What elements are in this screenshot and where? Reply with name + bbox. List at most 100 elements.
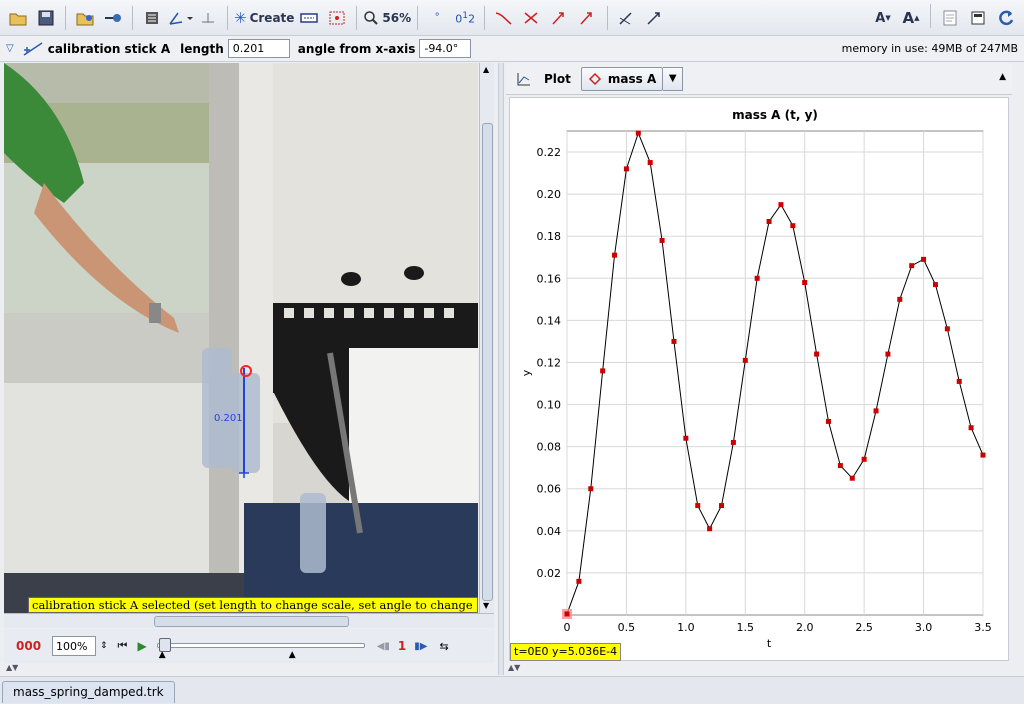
y-tick-label: 0.22 [537, 146, 562, 159]
x-tick-label: 3.5 [974, 621, 992, 634]
path-icon[interactable] [491, 4, 517, 32]
open-file-icon[interactable] [5, 4, 31, 32]
plot-toolbar: Plot mass A ▼ ▲ [506, 63, 1012, 95]
plot-collapse-icon[interactable]: ▲ [999, 72, 1006, 82]
import-icon[interactable] [100, 4, 126, 32]
file-tab[interactable]: mass_spring_damped.trk [2, 681, 175, 703]
data-point [659, 237, 665, 243]
track-selector[interactable]: mass A [580, 66, 664, 91]
data-point [730, 439, 736, 445]
increase-font-icon[interactable]: A ▲ [898, 4, 924, 32]
x-tick-label: 0.5 [618, 621, 636, 634]
create-icon: ✳ [234, 8, 247, 27]
acceleration-icon[interactable] [575, 4, 601, 32]
status-message: calibration stick A selected (set length… [28, 597, 478, 613]
file-tab-bar: mass_spring_damped.trk [0, 676, 1024, 704]
trail-counter-icon[interactable]: 012 [452, 4, 478, 32]
track-control-icon[interactable] [296, 4, 322, 32]
data-point [837, 463, 843, 469]
calibration-name[interactable]: calibration stick A [48, 42, 170, 56]
y-tick-label: 0.20 [537, 188, 562, 201]
velocity-icon[interactable] [547, 4, 573, 32]
video-vertical-scrollbar[interactable]: ▲ ▼ [479, 63, 494, 613]
track-dropdown-icon[interactable]: ▼ [663, 66, 684, 91]
y-axis-label: y [520, 369, 533, 376]
data-point [671, 338, 677, 344]
plot-view-icon[interactable] [516, 71, 532, 87]
split-pane-divider[interactable] [498, 63, 504, 675]
y-tick-label: 0.10 [537, 399, 562, 412]
x-tick-label: 0 [564, 621, 571, 634]
step-size[interactable]: 1 [398, 639, 406, 653]
rate-spinner-icon[interactable]: ⇕ [100, 641, 108, 651]
memory-status: memory in use: 49MB of 247MB [841, 42, 1018, 55]
plot-panel[interactable]: 0 0.5 1.0 1.5 2.0 2.5 3.0 3.5 0.02 0.04 0.06 0.08 0.… [509, 97, 1009, 661]
coordinate-axes-icon[interactable] [167, 4, 193, 32]
length-field[interactable] [227, 39, 290, 58]
position-icon[interactable] [519, 4, 545, 32]
data-point [909, 263, 915, 269]
clip-settings-icon[interactable] [139, 4, 165, 32]
play-icon[interactable]: ▶ [137, 639, 146, 653]
calibration-stick-icon [23, 41, 43, 56]
y-tick-label: 0.18 [537, 230, 562, 243]
loop-icon[interactable]: ⇆ [439, 640, 448, 653]
data-point [849, 475, 855, 481]
rate-field[interactable] [52, 636, 96, 656]
angle-field[interactable] [419, 39, 472, 58]
frame-counter[interactable]: 000 [16, 639, 52, 653]
data-point [719, 503, 725, 509]
track-label: mass A [607, 71, 657, 86]
zoom-button[interactable]: 56% [363, 4, 411, 32]
plot-collapse-arrows-icon[interactable]: ▲▼ [508, 663, 520, 672]
video-horizontal-scroll-thumb[interactable] [154, 616, 349, 627]
refresh-icon[interactable] [993, 4, 1019, 32]
scroll-down-icon[interactable]: ▼ [483, 601, 489, 610]
video-view[interactable]: 0.201 calibration stick A selected (set … [4, 63, 478, 613]
create-button[interactable]: ✳ Create [234, 4, 294, 32]
y-tick-label: 0.04 [537, 525, 562, 538]
video-collapse-icon[interactable]: ▲▼ [6, 663, 18, 672]
autotracker-icon[interactable] [324, 4, 350, 32]
point-marker-icon[interactable]: ° [424, 4, 450, 32]
center-of-mass-icon[interactable] [642, 4, 668, 32]
frame-slider[interactable]: ▲ ▲ [156, 634, 367, 660]
plot-frame [566, 130, 984, 616]
data-point [802, 280, 808, 286]
x-tick-label: 2.0 [796, 621, 814, 634]
data-point [921, 256, 927, 262]
decrease-font-icon[interactable]: A ▼ [870, 4, 896, 32]
notes-icon[interactable] [937, 4, 963, 32]
plot-view-label[interactable]: Plot [544, 72, 571, 86]
scroll-up-icon[interactable]: ▲ [483, 65, 489, 74]
data-point [778, 202, 784, 208]
length-label: length [180, 41, 224, 56]
save-icon[interactable] [33, 4, 59, 32]
video-horizontal-scrollbar[interactable] [4, 613, 494, 628]
start-marker-icon[interactable]: ▲ [159, 650, 166, 660]
step-back-icon[interactable]: ◀▮ [377, 641, 390, 652]
calibration-stick-label: 0.201 [214, 413, 243, 424]
collapse-arrow-icon[interactable]: ▽ [6, 43, 14, 54]
data-point [695, 503, 701, 509]
data-point [814, 351, 820, 357]
open-video-icon[interactable] [72, 4, 98, 32]
magnifier-icon [364, 10, 379, 25]
end-marker-icon[interactable]: ▲ [289, 650, 296, 660]
properties-icon[interactable] [965, 4, 991, 32]
data-point [600, 368, 606, 374]
zoom-label: 56% [382, 10, 412, 25]
x-tick-label: 1.5 [737, 621, 755, 634]
step-forward-icon[interactable]: ▮▶ [414, 641, 427, 652]
data-point [825, 418, 831, 424]
data-point [873, 408, 879, 414]
data-point [897, 296, 903, 302]
data-point [588, 486, 594, 492]
video-vertical-scroll-thumb[interactable] [482, 123, 493, 601]
tape-measure-icon[interactable] [195, 4, 221, 32]
reset-icon[interactable]: ⏮ [118, 639, 128, 653]
cursor-readout: t=0E0 y=5.036E-4 [510, 643, 622, 661]
x-axis-label: t [767, 637, 772, 650]
toolbar-right-group: A ▼ A ▲ [869, 4, 1020, 32]
vector-sum-icon[interactable] [614, 4, 640, 32]
